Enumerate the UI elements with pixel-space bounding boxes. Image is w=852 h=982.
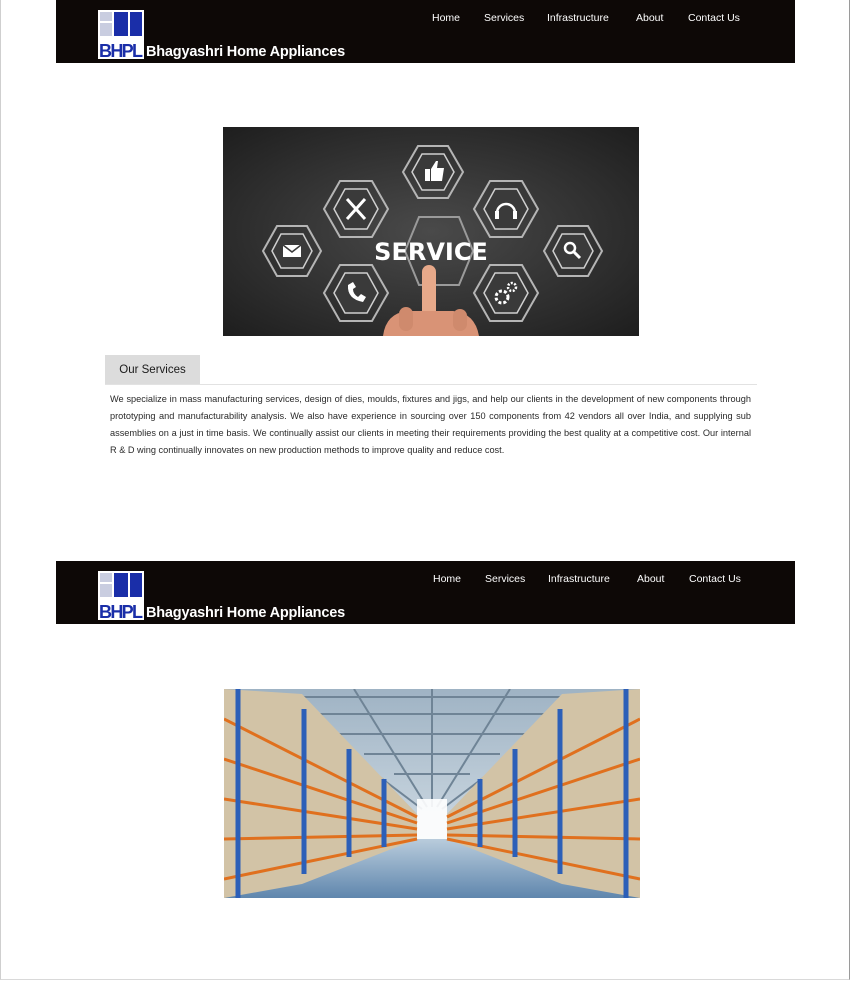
- nav-infrastructure[interactable]: Infrastructure: [547, 12, 609, 24]
- top-navbar: BHPL Bhagyashri Home Appliances Home Ser…: [56, 0, 795, 63]
- nav-home[interactable]: Home: [432, 12, 460, 24]
- mail-icon: [261, 225, 323, 277]
- brand-name: Bhagyashri Home Appliances: [146, 605, 345, 621]
- nav-contact-us[interactable]: Contact Us: [688, 12, 740, 24]
- nav-infrastructure[interactable]: Infrastructure: [548, 573, 610, 585]
- nav-services[interactable]: Services: [484, 12, 524, 24]
- section-divider: [105, 384, 757, 385]
- main-nav: Home Services Infrastructure About Conta…: [56, 12, 795, 28]
- nav-contact-us[interactable]: Contact Us: [689, 573, 741, 585]
- nav-home[interactable]: Home: [433, 573, 461, 585]
- nav-services[interactable]: Services: [485, 573, 525, 585]
- service-word: SERVICE: [374, 238, 488, 266]
- nav-about[interactable]: About: [637, 573, 664, 585]
- warehouse-image: [224, 689, 640, 898]
- nav-about[interactable]: About: [636, 12, 663, 24]
- svg-text:BHPL: BHPL: [99, 602, 143, 620]
- second-navbar: BHPL Bhagyashri Home Appliances Home Ser…: [56, 561, 795, 624]
- tab-our-services[interactable]: Our Services: [105, 355, 200, 384]
- svg-text:BHPL: BHPL: [99, 41, 143, 59]
- brand-name: Bhagyashri Home Appliances: [146, 44, 345, 60]
- main-nav-2: Home Services Infrastructure About Conta…: [56, 573, 795, 589]
- service-hero-image: SERVICE: [223, 127, 639, 336]
- search-icon: [542, 225, 604, 277]
- services-description: We specialize in mass manufacturing serv…: [110, 394, 751, 455]
